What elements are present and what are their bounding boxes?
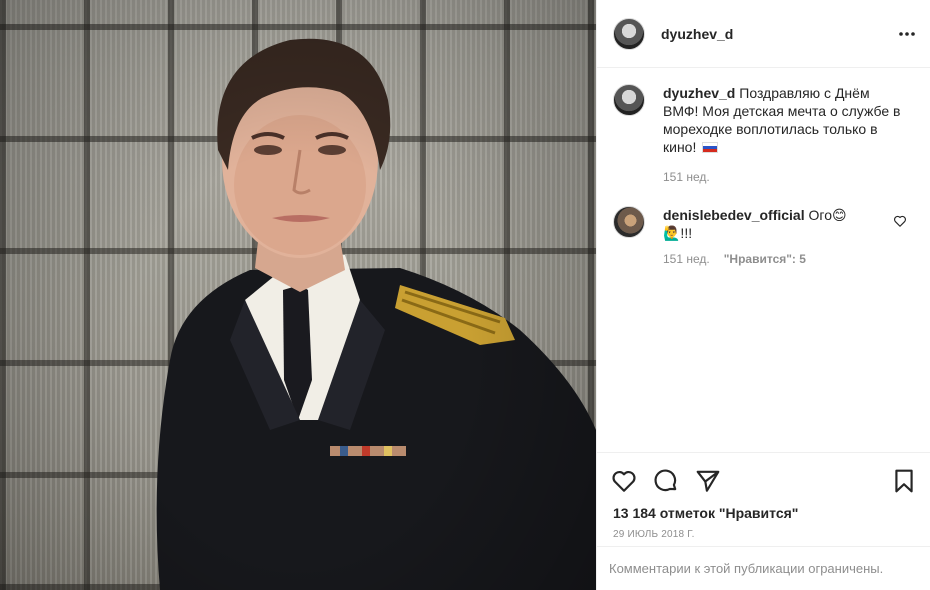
caption-author[interactable]: dyuzhev_d [663,85,735,101]
photo-vignette [0,0,596,590]
commenter-avatar[interactable] [613,206,645,238]
share-paper-plane-icon[interactable] [695,468,721,494]
comment-emoji-line: 🙋‍♂️!!! [663,225,693,241]
post-actions: 13 184 отметок "Нравится" 29 ИЮЛЬ 2018 Г… [597,452,930,540]
post-photo[interactable] [0,0,596,590]
comment-item: denislebedev_official Ого😊 🙋‍♂️!!! 151 н… [613,206,915,266]
comment-author[interactable]: denislebedev_official [663,207,805,223]
more-options-icon[interactable] [897,24,917,44]
author-avatar[interactable] [613,17,645,50]
like-comment-heart-icon[interactable] [893,214,907,228]
comment-age[interactable]: 151 нед. [663,252,710,266]
comments-disabled-notice: Комментарии к этой публикации ограничены… [597,546,930,590]
caption-age[interactable]: 151 нед. [663,170,710,184]
likes-count[interactable]: 13 184 отметок "Нравится" [613,505,917,521]
comment-text-block: denislebedev_official Ого😊 🙋‍♂️!!! [663,206,901,242]
comment-bubble-icon[interactable] [653,468,679,494]
comment-likes[interactable]: "Нравится": 5 [724,252,806,266]
caption-text-block: dyuzhev_d Поздравляю с Днём ВМФ! Моя дет… [663,84,901,156]
russian-flag-icon [702,142,719,153]
post-date: 29 ИЮЛЬ 2018 Г. [613,529,695,540]
caption: dyuzhev_d Поздравляю с Днём ВМФ! Моя дет… [613,84,915,184]
post-side-panel: dyuzhev_d dyuzhev_d Поздравляю с Днём ВМ… [596,0,930,590]
like-heart-icon[interactable] [611,468,637,494]
caption-avatar[interactable] [613,84,645,116]
author-username[interactable]: dyuzhev_d [661,26,733,42]
comment-text: Ого😊 [808,207,847,223]
post-header: dyuzhev_d [597,0,930,68]
save-bookmark-icon[interactable] [891,468,917,494]
comments-list: dyuzhev_d Поздравляю с Днём ВМФ! Моя дет… [597,68,930,266]
